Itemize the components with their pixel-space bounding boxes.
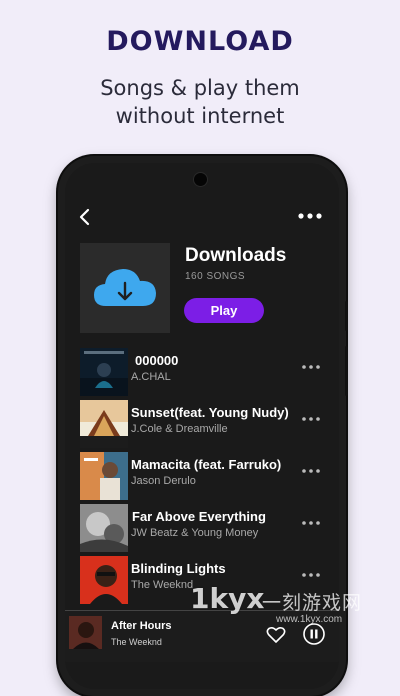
song-row[interactable]: Mamacita (feat. Farruko) Jason Derulo — [65, 452, 339, 500]
promo-subtitle-line1: Songs & play them — [100, 76, 300, 100]
more-horizontal-icon — [302, 365, 320, 369]
more-horizontal-icon — [302, 417, 320, 421]
volume-button — [345, 301, 348, 331]
song-more-button[interactable] — [301, 412, 321, 426]
power-button — [345, 346, 348, 396]
more-horizontal-icon — [302, 521, 320, 525]
album-art — [80, 504, 128, 552]
song-more-button[interactable] — [301, 568, 321, 582]
promo-title: DOWNLOAD — [106, 26, 294, 57]
playlist-cover — [80, 243, 170, 333]
watermark-cn: 一刻游戏网 — [262, 592, 363, 614]
front-camera — [193, 172, 208, 187]
song-more-button[interactable] — [301, 464, 321, 478]
more-horizontal-icon — [302, 469, 320, 473]
song-more-button[interactable] — [301, 360, 321, 374]
song-title: Mamacita (feat. Farruko) — [131, 457, 282, 472]
more-horizontal-icon — [302, 573, 320, 577]
play-button[interactable]: Play — [184, 298, 264, 323]
pause-icon — [303, 623, 325, 645]
song-title: Far Above Everything — [132, 509, 266, 524]
song-artist: J.Cole & Dreamville — [131, 423, 228, 435]
album-art — [80, 400, 128, 448]
promo-subtitle-line2: without internet — [115, 104, 285, 128]
song-row[interactable]: 000000 A.CHAL — [65, 348, 339, 396]
song-row[interactable]: Sunset(feat. Young Nudy) J.Cole & Dreamv… — [65, 400, 339, 448]
cloud-download-icon — [94, 269, 156, 306]
song-title: Sunset(feat. Young Nudy) — [131, 405, 289, 420]
more-options-button[interactable] — [297, 209, 323, 223]
more-horizontal-icon — [298, 213, 322, 219]
album-art — [80, 348, 128, 396]
now-playing-art — [69, 616, 102, 649]
chevron-left-icon — [79, 208, 90, 226]
song-artist: The Weeknd — [131, 579, 194, 591]
back-button[interactable] — [75, 207, 95, 227]
song-artist: A.CHAL — [131, 371, 171, 383]
song-more-button[interactable] — [301, 516, 321, 530]
album-art — [80, 556, 128, 604]
heart-icon — [266, 626, 286, 643]
watermark-logo: 1kyx — [190, 582, 265, 615]
favorite-button[interactable] — [266, 626, 286, 644]
song-artist: JW Beatz & Young Money — [131, 527, 259, 539]
song-title: 000000 — [135, 353, 179, 368]
watermark-url: www.1kyx.com — [276, 614, 343, 625]
now-playing-title: After Hours — [111, 620, 172, 632]
song-count: 160 SONGS — [185, 271, 246, 282]
playlist-title: Downloads — [185, 245, 287, 266]
now-playing-artist: The Weeknd — [111, 637, 162, 647]
song-artist: Jason Derulo — [131, 475, 196, 487]
album-art — [80, 452, 128, 500]
song-title: Blinding Lights — [131, 561, 226, 576]
song-row[interactable]: Far Above Everything JW Beatz & Young Mo… — [65, 504, 339, 552]
pause-button[interactable] — [303, 623, 325, 645]
